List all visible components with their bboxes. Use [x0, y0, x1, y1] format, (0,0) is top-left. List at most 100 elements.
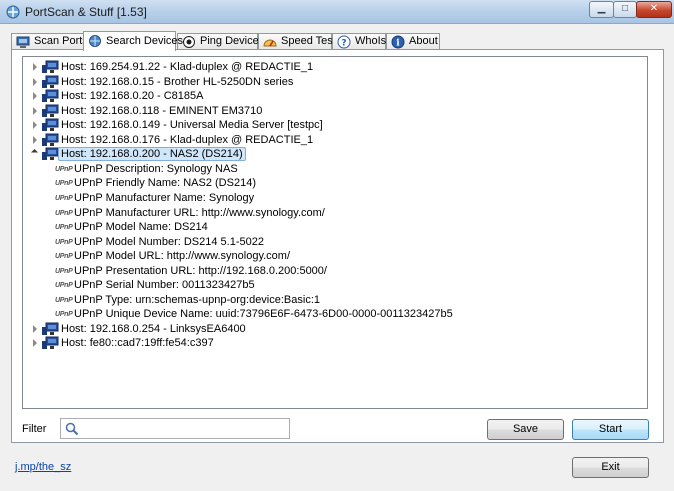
host-label: Host: 192.168.0.15 - Brother HL-5250DN s… — [61, 75, 294, 88]
tab-ping-devices[interactable]: Ping Devices — [177, 33, 264, 50]
upnp-detail-label: UPnP Model Number: DS214 5.1-5022 — [74, 235, 264, 248]
tree-upnp-row[interactable]: UPnP UPnP Model URL: http://www.synology.… — [23, 249, 643, 263]
tree-upnp-row[interactable]: UPnP UPnP Serial Number: 0011323427b5 — [23, 278, 643, 292]
tree-host-row[interactable]: Host: 192.168.0.254 - LinksysEA6400 — [23, 322, 643, 336]
network-host-icon — [41, 60, 59, 74]
network-host-icon — [41, 322, 59, 336]
search-devices-icon — [89, 35, 101, 48]
upnp-detail-label: UPnP Model URL: http://www.synology.com/ — [74, 250, 291, 263]
tree-upnp-row[interactable]: UPnP UPnP Friendly Name: NAS2 (DS214) — [23, 176, 643, 190]
svg-text:?: ? — [341, 38, 346, 48]
upnp-detail-label: UPnP Serial Number: 0011323427b5 — [74, 279, 255, 292]
expand-arrow-icon[interactable] — [33, 135, 37, 144]
expand-arrow-icon[interactable] — [33, 339, 37, 348]
tab-label: Scan Ports — [34, 35, 88, 47]
tree-host-row[interactable]: Host: 169.254.91.22 - Klad-duplex @ REDA… — [23, 60, 643, 74]
maximize-button[interactable]: □ — [613, 1, 637, 18]
upnp-detail-label: UPnP Description: Synology NAS — [74, 162, 238, 175]
tree-upnp-row[interactable]: UPnP UPnP Presentation URL: http://192.16… — [23, 264, 643, 278]
tab-whois[interactable]: ? WhoIs — [332, 33, 386, 50]
upnp-icon: UPnP — [55, 282, 73, 290]
network-host-icon — [41, 147, 59, 161]
tree-upnp-row[interactable]: UPnP UPnP Manufacturer URL: http://www.sy… — [23, 206, 643, 220]
expand-arrow-icon[interactable] — [33, 121, 37, 130]
website-link[interactable]: j.mp/the_sz — [15, 461, 71, 473]
app-icon — [6, 5, 20, 19]
tab-label: Ping Devices — [200, 35, 265, 47]
host-label: Host: 192.168.0.254 - LinksysEA6400 — [61, 322, 246, 335]
tree-host-row[interactable]: Host: 192.168.0.20 - C8185A — [23, 89, 643, 103]
tab-about[interactable]: i About — [386, 33, 440, 50]
tree-upnp-row[interactable]: UPnP UPnP Type: urn:schemas-upnp-org:devi… — [23, 293, 643, 307]
network-host-icon — [41, 104, 59, 118]
tree-upnp-row[interactable]: UPnP UPnP Model Number: DS214 5.1-5022 — [23, 235, 643, 249]
network-host-icon — [41, 336, 59, 350]
upnp-icon: UPnP — [55, 224, 73, 232]
upnp-icon: UPnP — [55, 311, 73, 319]
tree-host-row[interactable]: Host: 192.168.0.118 - EMINENT EM3710 — [23, 104, 643, 118]
search-icon — [65, 422, 79, 436]
exit-button[interactable]: Exit — [572, 457, 649, 478]
tree-upnp-row[interactable]: UPnP UPnP Manufacturer Name: Synology — [23, 191, 643, 205]
network-host-icon — [41, 75, 59, 89]
save-button[interactable]: Save — [487, 419, 564, 440]
upnp-detail-label: UPnP Presentation URL: http://192.168.0.… — [74, 264, 327, 277]
tree-upnp-row[interactable]: UPnP UPnP Description: Synology NAS — [23, 162, 643, 176]
tab-speed-test[interactable]: Speed Test — [258, 33, 336, 50]
tree-host-row[interactable]: Host: 192.168.0.15 - Brother HL-5250DN s… — [23, 75, 643, 89]
upnp-icon: UPnP — [55, 165, 73, 173]
tab-label: Search Devices — [106, 35, 184, 48]
host-label: Host: 192.168.0.200 - NAS2 (DS214) — [58, 147, 246, 162]
network-host-icon — [41, 118, 59, 132]
tab-label: Speed Test — [281, 35, 336, 47]
tree-host-row[interactable]: Host: 192.168.0.200 - NAS2 (DS214) — [23, 147, 643, 162]
tree-upnp-row[interactable]: UPnP UPnP Model Name: DS214 — [23, 220, 643, 234]
tab-label: About — [409, 35, 438, 47]
filter-field[interactable] — [60, 418, 290, 439]
upnp-icon: UPnP — [55, 180, 73, 188]
expand-arrow-icon[interactable] — [33, 106, 37, 115]
tree-host-row[interactable]: Host: fe80::cad7:19ff:fe54:c397 — [23, 336, 643, 350]
filter-input[interactable] — [81, 420, 290, 439]
host-label: Host: 192.168.0.118 - EMINENT EM3710 — [61, 104, 263, 117]
start-button[interactable]: Start — [572, 419, 649, 440]
device-tree[interactable]: Host: 169.254.91.22 - Klad-duplex @ REDA… — [22, 56, 648, 409]
tree-host-row[interactable]: Host: 192.168.0.149 - Universal Media Se… — [23, 118, 643, 132]
upnp-detail-label: UPnP Friendly Name: NAS2 (DS214) — [74, 177, 256, 190]
upnp-icon: UPnP — [55, 296, 73, 304]
collapse-arrow-icon[interactable] — [30, 149, 39, 157]
speed-test-icon — [263, 39, 277, 46]
upnp-detail-label: UPnP Unique Device Name: uuid:73796E6F-6… — [74, 308, 453, 321]
host-label: Host: fe80::cad7:19ff:fe54:c397 — [61, 337, 214, 350]
tree-upnp-row[interactable]: UPnP UPnP Unique Device Name: uuid:73796E… — [23, 307, 643, 321]
expand-arrow-icon[interactable] — [33, 63, 37, 71]
expand-arrow-icon[interactable] — [33, 92, 37, 101]
close-button[interactable]: ✕ — [636, 1, 672, 18]
window-title: PortScan & Stuff [1.53] — [25, 5, 147, 19]
svg-text:i: i — [396, 38, 400, 48]
info-icon: i — [391, 35, 405, 48]
host-label: Host: 169.254.91.22 - Klad-duplex @ REDA… — [61, 61, 314, 73]
network-host-icon — [41, 133, 59, 147]
help-icon: ? — [337, 35, 351, 48]
upnp-icon: UPnP — [55, 267, 73, 275]
upnp-icon: UPnP — [55, 253, 73, 261]
upnp-detail-label: UPnP Model Name: DS214 — [74, 221, 208, 234]
minimize-button[interactable]: ▁ — [589, 1, 614, 18]
ping-icon — [183, 35, 195, 48]
tab-search-devices[interactable]: Search Devices — [83, 31, 183, 51]
tab-scan-ports[interactable]: Scan Ports — [11, 33, 88, 50]
network-host-icon — [41, 89, 59, 103]
expand-arrow-icon[interactable] — [33, 77, 37, 86]
host-label: Host: 192.168.0.149 - Universal Media Se… — [61, 119, 323, 132]
expand-arrow-icon[interactable] — [33, 324, 37, 333]
upnp-detail-label: UPnP Manufacturer URL: http://www.synolo… — [74, 206, 325, 219]
scan-ports-icon — [16, 36, 30, 48]
title-bar: PortScan & Stuff [1.53] ▁ □ ✕ — [0, 0, 674, 24]
upnp-icon: UPnP — [55, 194, 73, 202]
upnp-detail-label: UPnP Type: urn:schemas-upnp-org:device:B… — [74, 293, 321, 306]
host-label: Host: 192.168.0.20 - C8185A — [61, 90, 204, 103]
host-label: Host: 192.168.0.176 - Klad-duplex @ REDA… — [61, 133, 314, 146]
upnp-detail-label: UPnP Manufacturer Name: Synology — [74, 191, 255, 204]
tree-host-row[interactable]: Host: 192.168.0.176 - Klad-duplex @ REDA… — [23, 133, 643, 147]
